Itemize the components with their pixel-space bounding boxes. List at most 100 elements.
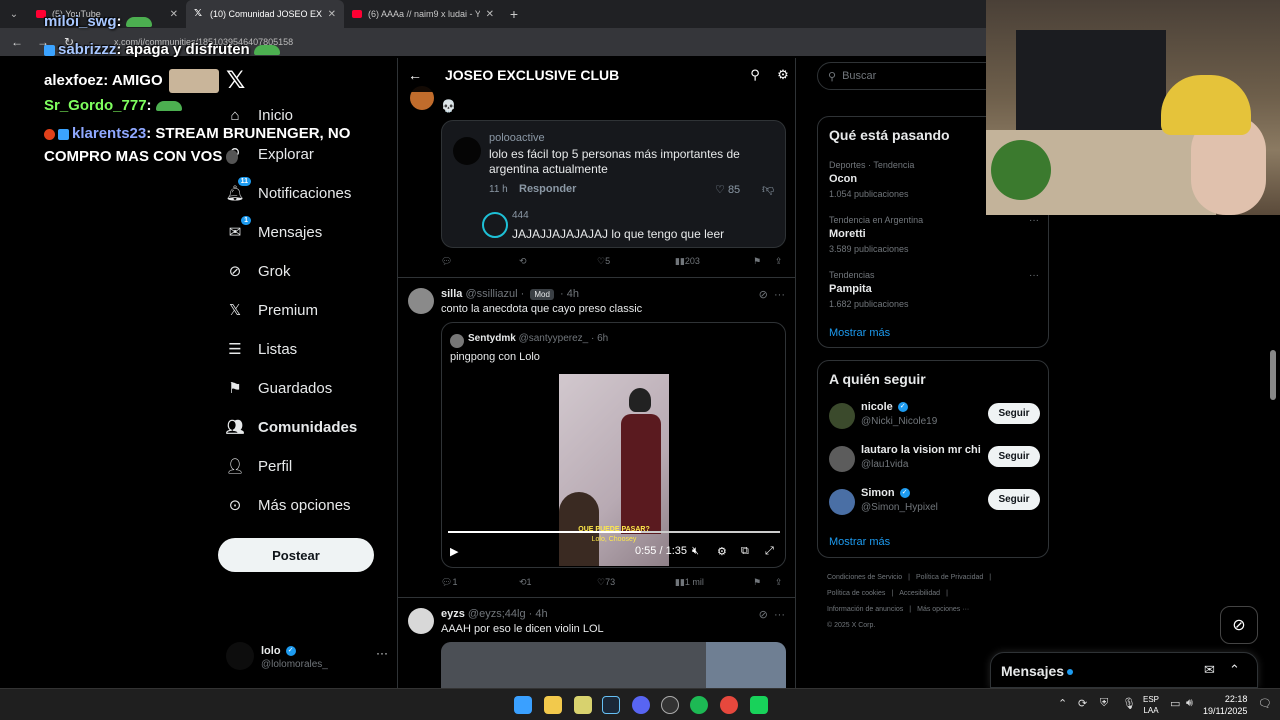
follow-button[interactable]: Seguir [988,446,1040,467]
author-handle[interactable]: @eyzs;44lg [468,608,526,620]
show-more-link[interactable]: Mostrar más [829,536,890,548]
avatar[interactable] [408,608,434,634]
kick-icon[interactable] [750,696,768,714]
grok-icon[interactable]: ⊘ [759,609,768,621]
language-indicator[interactable]: ESP LAA [1143,694,1159,716]
grok-icon[interactable]: ⊘ [759,289,768,301]
chevron-up-icon[interactable]: ⌃ [1229,662,1240,678]
close-icon[interactable]: ✕ [170,9,178,20]
retweet-button[interactable]: ⟲ 1 [519,577,532,588]
sync-icon[interactable]: ⟳ [1078,697,1087,710]
post[interactable]: silla @ssilliazul · Mod · 4h ⊘ ··· conto… [398,278,795,598]
video-progress-bar[interactable] [448,531,780,533]
nav-item-more[interactable]: ⊙ Más opciones [226,496,351,515]
search-icon[interactable]: ⚲ [741,67,769,83]
account-switcher[interactable]: lolo ✓ @lolomorales_ ··· [226,642,396,674]
footer-link[interactable]: Política de Privacidad [916,574,983,581]
close-icon[interactable]: ✕ [486,9,494,20]
like-button[interactable]: ♡ 5 [597,256,610,267]
footer-link[interactable]: Información de anuncios [827,606,903,613]
steam-icon[interactable] [602,696,620,714]
footer-link[interactable]: Condiciones de Servicio [827,574,902,581]
show-more-link[interactable]: Mostrar más [829,327,890,339]
messages-dock[interactable]: Mensajes ✉ ⌃ [990,652,1258,688]
follow-suggestion[interactable]: Simon ✓ @Simon_Hypixel Seguir [829,487,1041,517]
file-explorer-icon[interactable] [544,696,562,714]
avatar[interactable] [829,403,855,429]
nav-item-notifications[interactable]: 🔔︎ 11 Notificaciones [225,177,351,202]
tab-search-button[interactable]: ⌄ [0,0,28,28]
avatar[interactable] [408,288,434,314]
quote-user[interactable]: polooactive [489,132,545,144]
bookmark-icon[interactable]: ⚑ [753,577,761,588]
retweet-icon[interactable]: ⟲ [519,256,527,267]
pip-icon[interactable]: ⧉ [741,545,749,558]
discord-icon[interactable] [632,696,650,714]
obs-icon[interactable] [661,696,679,714]
nav-item-premium[interactable]: 𝕏 Premium [226,301,318,320]
shield-icon[interactable]: ⛨ [1100,697,1108,710]
system-clock[interactable]: 22:18 19/11/2025 [1203,693,1247,717]
play-icon[interactable]: ▶ [450,545,458,558]
post[interactable]: 💀 polooactive lolo es fácil top 5 person… [398,86,795,278]
nav-item-lists[interactable]: ☰ Listas [226,340,297,359]
avatar[interactable] [829,489,855,515]
mute-icon[interactable]: 🔇︎ [692,545,699,558]
footer-link[interactable]: Política de cookies [827,590,885,597]
follow-suggestion[interactable]: lautaro la vision mr chi... @lau1vida Segu… [829,444,1041,474]
share-icon[interactable]: ⇪ [775,577,783,588]
follow-suggestion[interactable]: nicole ✓ @Nicki_Nicole19 Seguir [829,401,1041,431]
app-icon[interactable] [574,696,592,714]
video-player[interactable]: QUE PUEDE PASAR? Lolo, Choosey [559,374,669,566]
fullscreen-icon[interactable]: ⤢ [765,545,774,558]
nav-item-home[interactable]: ⌂ Inicio [226,106,293,124]
post[interactable]: eyzs @eyzs;44lg · 4h ⊘ ··· AAAH por eso … [398,598,795,688]
quoted-post[interactable]: polooactive lolo es fácil top 5 personas… [441,120,786,248]
more-icon[interactable]: ··· [774,609,785,621]
trend-item[interactable]: Tendencia en Argentina Moretti 3.589 publi… [829,215,1039,254]
notification-icon[interactable]: 🗨︎ [1258,697,1272,710]
gear-icon[interactable]: ⚙ [717,545,727,558]
author-handle[interactable]: @ssilliazul [465,288,517,300]
reply-button[interactable]: 💬︎ 1 [441,577,457,588]
follow-name[interactable]: lautaro la vision mr chi... [861,444,981,456]
windows-start-icon[interactable] [514,696,532,714]
more-icon[interactable]: ··· [1029,215,1039,226]
tab-youtube-music[interactable]: (6) AAAa // naim9 x ludai - You ✕ [344,0,502,28]
back-arrow-icon[interactable]: ← [398,67,432,83]
quote-author[interactable]: Sentydmk [468,333,516,344]
reply-button[interactable]: Responder [519,183,576,195]
chevron-up-icon[interactable]: ⌃ [1058,697,1067,710]
avatar[interactable] [453,137,481,165]
bookmark-icon[interactable]: ⚑ [753,256,761,267]
author-name[interactable]: eyzs [441,608,465,620]
follow-button[interactable]: Seguir [988,489,1040,510]
follow-name[interactable]: nicole ✓ [861,401,981,413]
more-icon[interactable]: ··· [376,646,388,660]
views-button[interactable]: ▮▮ 1 mil [675,577,704,588]
views-button[interactable]: ▮▮ 203 [675,256,700,267]
dislike-icon[interactable]: 👎︎ [762,182,774,197]
quoted-post[interactable]: Sentydmk @santyyperez_ · 6h pingpong con… [441,322,786,568]
post-button[interactable]: Postear [218,538,374,572]
nav-item-bookmarks[interactable]: ⚑ Guardados [226,379,332,398]
x-logo-icon[interactable]: 𝕏 [226,66,245,95]
back-icon[interactable]: ← [8,35,26,49]
network-icon[interactable]: ▭ [1170,697,1180,710]
grok-icon[interactable]: ⊘ [1220,606,1258,644]
like-button[interactable]: ♡ 73 [597,577,615,588]
like-button[interactable]: ♡ 85 [715,183,740,196]
follow-button[interactable]: Seguir [988,403,1040,424]
share-icon[interactable]: ⇪ [775,256,783,267]
footer-link[interactable]: Más opciones ··· [917,606,969,613]
tab-x-community[interactable]: 𝕏 (10) Comunidad JOSEO EXCLUS ✕ [186,0,344,28]
author-name[interactable]: silla [441,288,462,300]
close-icon[interactable]: ✕ [328,9,336,20]
nav-item-communities[interactable]: 👥︎ Comunidades [225,418,357,437]
new-message-icon[interactable]: ✉ [1204,662,1215,678]
nav-item-messages[interactable]: ✉ 1 Mensajes [226,216,322,241]
nav-item-grok[interactable]: ⊘ Grok [226,262,291,281]
reply-icon[interactable]: 💬︎ [441,256,452,267]
trend-item[interactable]: Tendencias Pampita 1.682 publicaciones ··· [829,270,1039,309]
microphone-icon[interactable]: 🎙︎ [1122,697,1136,710]
